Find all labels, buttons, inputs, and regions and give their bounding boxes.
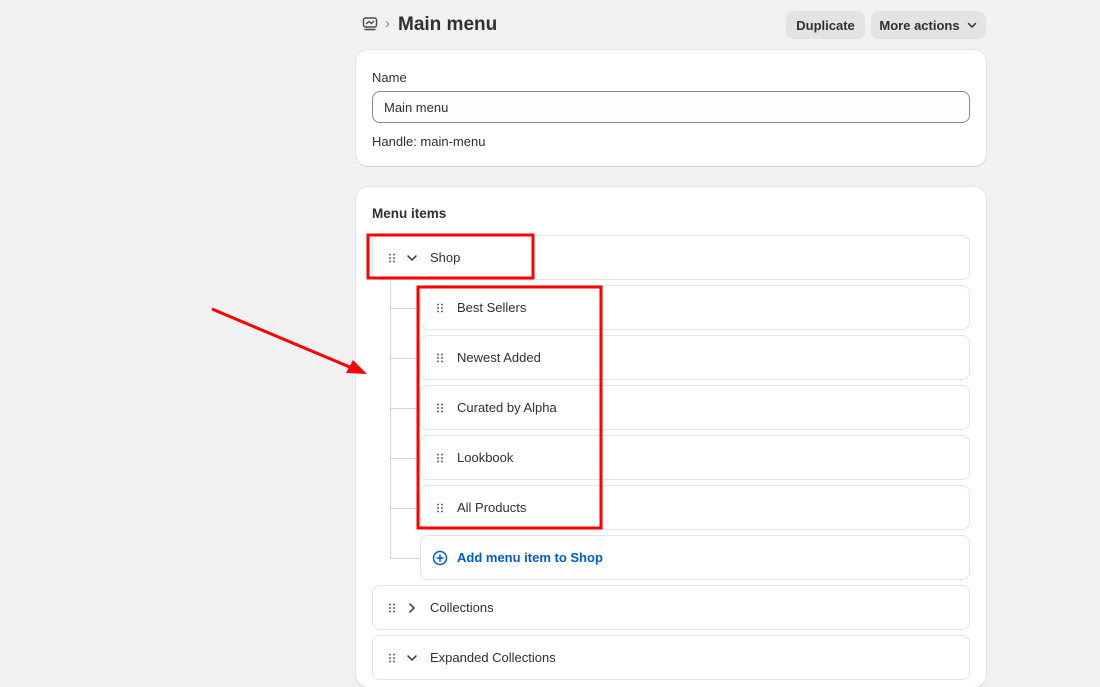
page-header: › Main menu Duplicate More actions (360, 10, 986, 40)
menu-item-label: Shop (430, 250, 461, 265)
annotation-arrow-line (211, 307, 353, 370)
drag-handle-icon[interactable] (436, 353, 444, 363)
duplicate-button-label: Duplicate (796, 17, 855, 33)
name-input[interactable] (372, 91, 970, 123)
tree-branch (390, 408, 420, 409)
add-menu-item-button[interactable]: Add menu item to Shop (420, 535, 970, 580)
menu-item-newest-added[interactable]: Newest Added (420, 335, 970, 380)
duplicate-button[interactable]: Duplicate (786, 11, 865, 39)
menu-item-lookbook[interactable]: Lookbook (420, 435, 970, 480)
menu-items-title: Menu items (372, 206, 447, 221)
tree-branch (390, 558, 420, 559)
navigation-icon[interactable] (362, 16, 378, 32)
drag-handle-icon[interactable] (388, 603, 396, 613)
chevron-down-icon[interactable] (406, 252, 418, 264)
menu-item-collections[interactable]: Collections (372, 585, 970, 630)
menu-item-best-sellers[interactable]: Best Sellers (420, 285, 970, 330)
name-card: Name Handle: main-menu (356, 50, 986, 166)
breadcrumb-separator: › (385, 15, 390, 32)
drag-handle-icon[interactable] (388, 253, 396, 263)
menu-item-all-products[interactable]: All Products (420, 485, 970, 530)
page-title: Main menu (398, 14, 498, 35)
plus-circle-icon (432, 550, 448, 566)
menu-item-label: Best Sellers (457, 300, 527, 315)
tree-branch (390, 458, 420, 459)
chevron-down-icon[interactable] (406, 652, 418, 664)
menu-item-label: Newest Added (457, 350, 541, 365)
handle-text: Handle: main-menu (372, 134, 486, 149)
drag-handle-icon[interactable] (436, 303, 444, 313)
drag-handle-icon[interactable] (388, 653, 396, 663)
tree-branch (390, 508, 420, 509)
menu-item-shop[interactable]: Shop (372, 235, 970, 280)
menu-item-label: Lookbook (457, 450, 514, 465)
tree-branch (390, 308, 420, 309)
menu-item-curated-by-alpha[interactable]: Curated by Alpha (420, 385, 970, 430)
menu-item-label: Curated by Alpha (457, 400, 557, 415)
add-menu-item-label: Add menu item to Shop (457, 550, 603, 565)
menu-item-expanded-collections[interactable]: Expanded Collections (372, 635, 970, 680)
menu-item-label: Collections (430, 600, 494, 615)
menu-item-label: All Products (457, 500, 527, 515)
name-label: Name (372, 70, 407, 85)
drag-handle-icon[interactable] (436, 503, 444, 513)
more-actions-button[interactable]: More actions (871, 11, 986, 39)
drag-handle-icon[interactable] (436, 403, 444, 413)
chevron-right-icon[interactable] (406, 602, 418, 614)
drag-handle-icon[interactable] (436, 453, 444, 463)
more-actions-label: More actions (879, 17, 960, 33)
tree-branch (390, 358, 420, 359)
tree-line (390, 281, 391, 559)
menu-items-card: Menu items Shop Best Sellers Newest Adde… (356, 187, 986, 687)
chevron-down-icon (967, 22, 976, 28)
